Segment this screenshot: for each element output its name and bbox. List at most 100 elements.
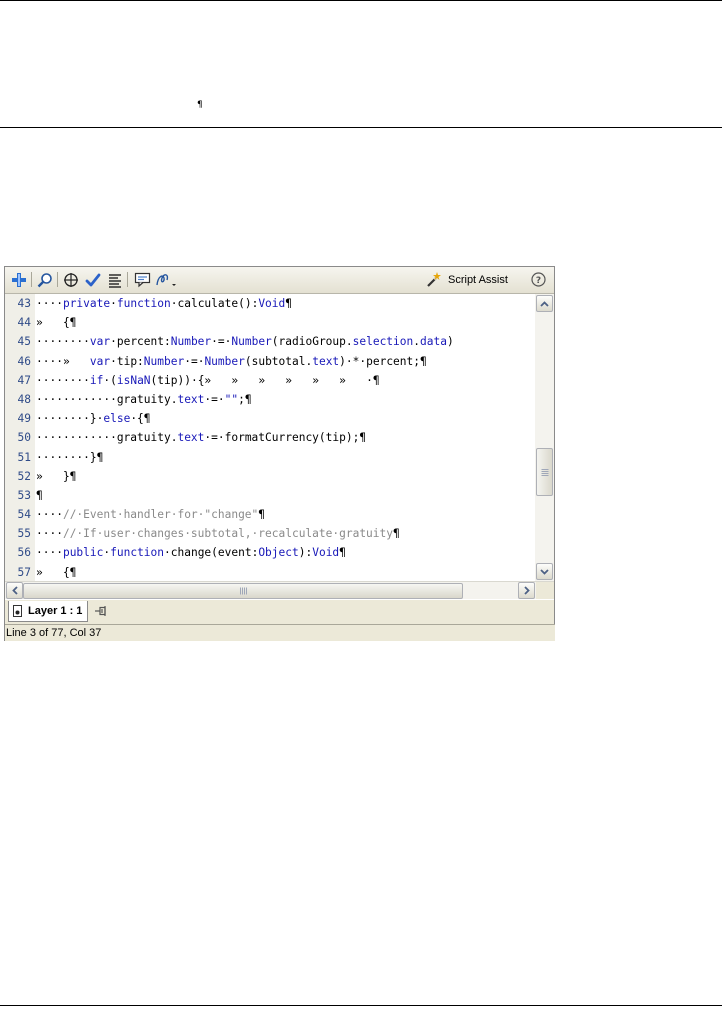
chevron-right-icon bbox=[523, 586, 530, 595]
code-keyword: Void bbox=[258, 297, 286, 310]
code-line[interactable]: 53 ¶ bbox=[5, 485, 535, 506]
debug-options-icon[interactable] bbox=[154, 270, 178, 289]
code-text: ····» var·tip:Number·=·Number(subtotal.t… bbox=[36, 352, 427, 371]
code-keyword: data bbox=[420, 335, 447, 349]
code-line[interactable]: 57» {¶ bbox=[5, 562, 535, 581]
find-icon[interactable] bbox=[35, 270, 55, 289]
tab-label: Layer 1 : 1 bbox=[28, 605, 83, 617]
check-syntax-icon[interactable] bbox=[83, 270, 103, 289]
code-token: ·{¶ bbox=[130, 412, 151, 426]
auto-format-icon[interactable] bbox=[105, 270, 125, 289]
code-token: ·calculate(): bbox=[170, 297, 259, 310]
horizontal-scroll-thumb[interactable] bbox=[23, 583, 463, 599]
code-token: ···· bbox=[36, 508, 63, 522]
status-bar: Line 3 of 77, Col 37 bbox=[5, 624, 555, 641]
code-token: · bbox=[110, 297, 117, 310]
code-text: ····public·function·change(event:Object)… bbox=[36, 543, 346, 562]
code-keyword: Void bbox=[312, 546, 340, 560]
code-text: ····//·Event·handler·for·"change"¶ bbox=[36, 505, 265, 524]
code-token: ···· bbox=[36, 527, 63, 541]
line-number: 46 bbox=[5, 351, 35, 371]
vertical-scrollbar[interactable] bbox=[535, 294, 554, 581]
script-tab-strip: Layer 1 : 1 bbox=[5, 599, 554, 625]
script-toolbar: Script Assist ? bbox=[5, 267, 554, 294]
script-assist-button[interactable]: Script Assist bbox=[425, 271, 508, 289]
toolbar-separator bbox=[57, 272, 58, 287]
paragraph-mark: ¶ bbox=[197, 100, 203, 110]
code-text: ¶ bbox=[36, 486, 43, 505]
code-token: ···· bbox=[36, 297, 63, 310]
code-line[interactable]: 51 ········}¶ bbox=[5, 447, 535, 467]
code-line[interactable]: 48 ············gratuity.text·=·"";¶ bbox=[5, 389, 535, 410]
code-line[interactable]: 55 ····//·If·user·changes·subtotal,·recal… bbox=[5, 524, 535, 544]
code-token: ¶ bbox=[36, 488, 43, 502]
code-line[interactable]: 54 ····//·Event·handler·for·"change"¶ bbox=[5, 505, 535, 525]
line-number: 49 bbox=[5, 409, 35, 429]
target-icon[interactable] bbox=[61, 270, 81, 289]
scroll-right-button[interactable] bbox=[518, 582, 535, 599]
line-number: 47 bbox=[5, 370, 35, 390]
pin-script-icon[interactable] bbox=[94, 604, 108, 623]
code-line[interactable]: 50 ············gratuity.text·=·formatCurr… bbox=[5, 428, 535, 448]
page-footer-rule bbox=[0, 1005, 722, 1006]
scroll-up-button[interactable] bbox=[536, 295, 553, 312]
code-token: ············gratuity. bbox=[36, 431, 178, 445]
code-line[interactable]: 46 ····» var·tip:Number·=·Number(subtotal… bbox=[5, 351, 535, 371]
code-token: ;¶ bbox=[238, 392, 252, 406]
code-token: ¶ bbox=[339, 546, 346, 560]
code-token: ): bbox=[298, 546, 313, 560]
code-lines[interactable]: 43 ····private·function·calculate():Void¶… bbox=[5, 294, 535, 581]
code-text: ····private·function·calculate():Void¶ bbox=[36, 294, 292, 313]
code-line[interactable]: 44» {¶ bbox=[5, 313, 535, 333]
line-number: 56 bbox=[5, 543, 35, 563]
code-token: ¶ bbox=[393, 527, 400, 541]
code-hint-icon[interactable] bbox=[132, 270, 152, 289]
code-token: ·( bbox=[103, 373, 117, 387]
code-editor[interactable]: 43 ····private·function·calculate():Void¶… bbox=[5, 294, 554, 600]
code-keyword: public bbox=[62, 546, 104, 560]
chevron-left-icon bbox=[11, 586, 18, 595]
code-line[interactable]: 49 ········}·else·{¶ bbox=[5, 409, 535, 429]
code-token: )·*·percent;¶ bbox=[339, 354, 427, 368]
code-keyword: Number bbox=[231, 335, 272, 349]
code-line[interactable]: 47 ········if·(isNaN(tip))·{» » » » » » ·… bbox=[5, 370, 535, 390]
line-number: 44 bbox=[5, 313, 35, 333]
code-line[interactable]: 43 ····private·function·calculate():Void¶ bbox=[5, 294, 535, 314]
help-icon[interactable]: ? bbox=[530, 271, 547, 288]
scroll-left-button[interactable] bbox=[6, 582, 23, 599]
add-item-icon[interactable] bbox=[9, 270, 29, 289]
code-keyword: Number bbox=[204, 354, 245, 368]
code-line[interactable]: 52» }¶ bbox=[5, 466, 535, 486]
code-keyword: private bbox=[62, 297, 111, 310]
code-token: ¶ bbox=[285, 297, 293, 310]
scroll-down-button[interactable] bbox=[536, 563, 553, 580]
frame-script-icon bbox=[13, 605, 22, 617]
code-keyword: function bbox=[110, 546, 165, 560]
code-token: ¶ bbox=[258, 508, 266, 522]
code-keyword: if bbox=[89, 373, 104, 387]
code-token: ·=· bbox=[211, 335, 232, 349]
code-string: "" bbox=[224, 392, 239, 406]
code-text: » {¶ bbox=[36, 313, 76, 332]
code-text: ········var·percent:Number·=·Number(radi… bbox=[36, 332, 454, 351]
code-token: ········ bbox=[36, 335, 90, 349]
code-token: (subtotal. bbox=[244, 354, 313, 368]
code-token: ·=· bbox=[204, 392, 225, 406]
horizontal-scrollbar[interactable] bbox=[5, 581, 554, 600]
code-line[interactable]: 56 ····public·function·change(event:Objec… bbox=[5, 543, 535, 563]
line-number: 50 bbox=[5, 428, 35, 448]
code-text: » {¶ bbox=[36, 563, 76, 581]
code-token: ········ bbox=[36, 373, 90, 387]
code-token: ····» bbox=[36, 354, 90, 368]
code-token: ········}· bbox=[36, 412, 104, 426]
code-line[interactable]: 45 ········var·percent:Number·=·Number(ra… bbox=[5, 332, 535, 352]
script-assist-label: Script Assist bbox=[448, 274, 508, 286]
code-text: ········if·(isNaN(tip))·{» » » » » » ·¶ bbox=[36, 371, 380, 390]
tab-layer-1[interactable]: Layer 1 : 1 bbox=[8, 601, 89, 622]
line-number: 57 bbox=[5, 562, 35, 581]
vertical-scroll-thumb[interactable] bbox=[536, 448, 553, 496]
code-token: ·tip: bbox=[110, 354, 144, 368]
svg-text:?: ? bbox=[536, 276, 541, 286]
code-keyword: text bbox=[312, 354, 340, 368]
code-token: (radioGroup. bbox=[271, 335, 353, 349]
